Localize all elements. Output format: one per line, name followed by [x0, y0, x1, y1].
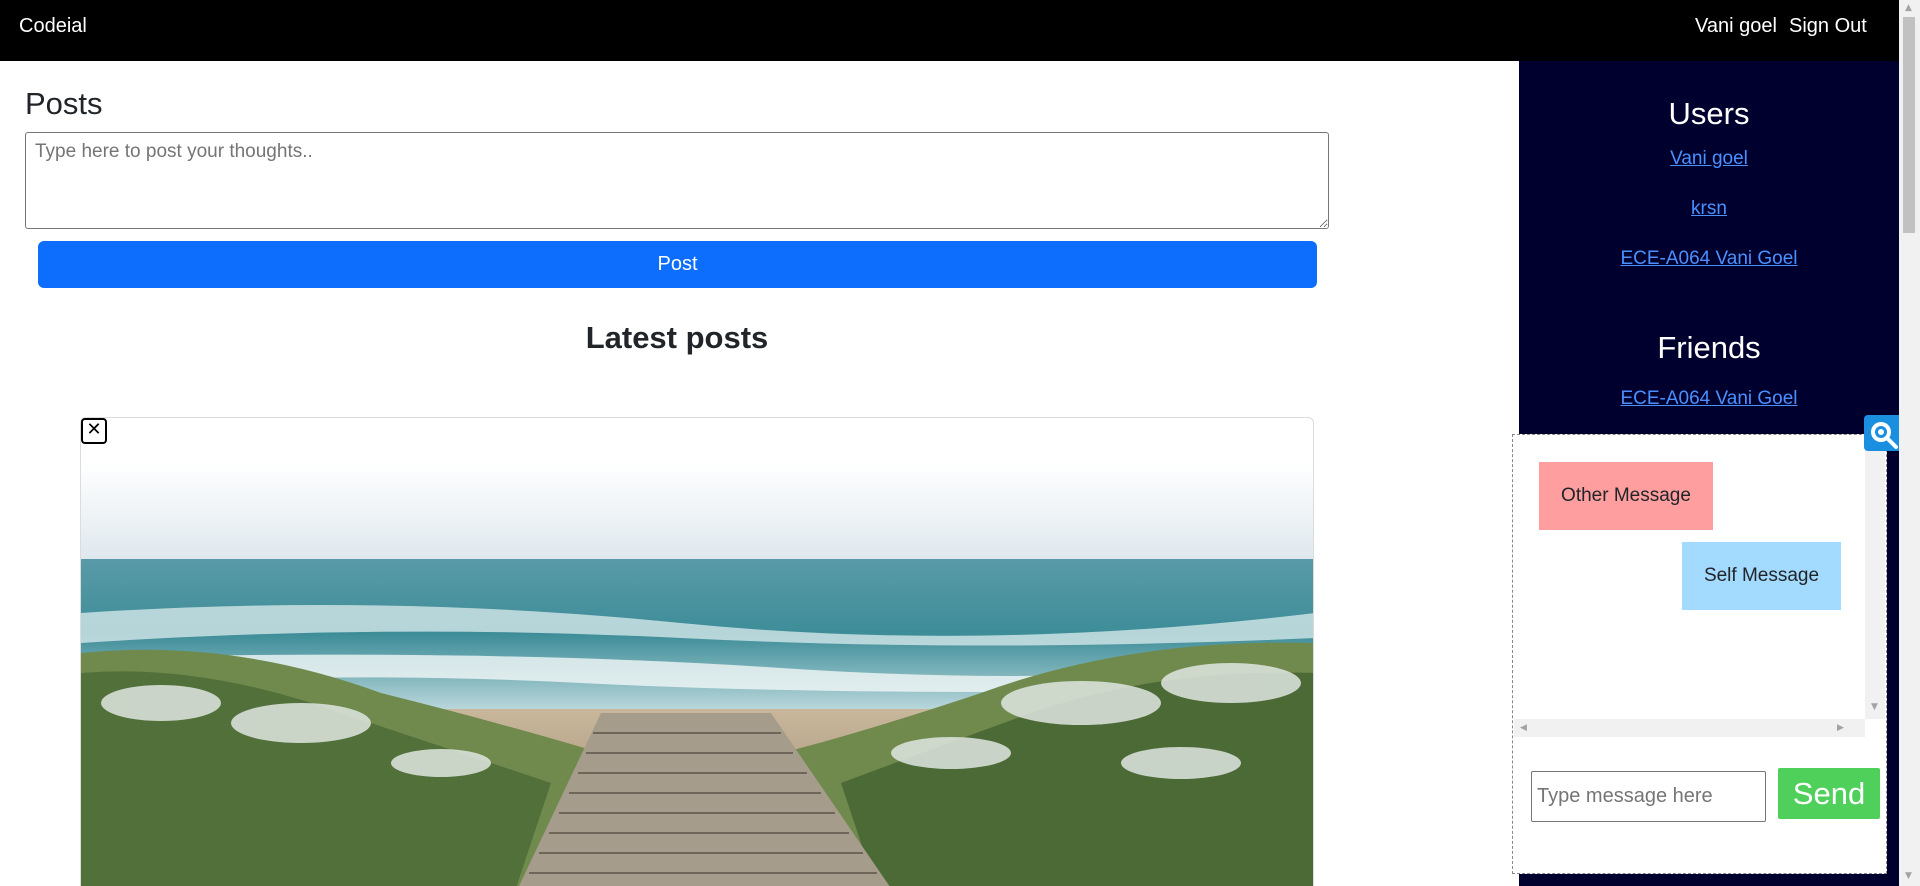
- brand-link[interactable]: Codeial: [19, 15, 87, 38]
- send-button[interactable]: Send: [1778, 768, 1880, 819]
- top-navbar: Codeial Vani goel Sign Out: [0, 0, 1899, 61]
- other-message: Other Message: [1539, 462, 1713, 530]
- sign-out-link[interactable]: Sign Out: [1789, 15, 1867, 38]
- chat-horizontal-scrollbar[interactable]: ◀ ▶: [1514, 719, 1865, 737]
- scroll-right-icon[interactable]: ▶: [1837, 723, 1844, 733]
- chat-message-input[interactable]: [1531, 771, 1766, 822]
- user-link[interactable]: krsn: [1519, 198, 1899, 220]
- post-image: [81, 463, 1313, 886]
- self-message: Self Message: [1682, 542, 1841, 610]
- post-card: [80, 417, 1314, 886]
- page-scrollbar-thumb[interactable]: [1903, 17, 1915, 233]
- user-profile-link[interactable]: Vani goel: [1695, 15, 1777, 38]
- delete-post-wrapper: ✕: [81, 418, 107, 444]
- post-button[interactable]: Post: [38, 241, 1317, 288]
- scroll-up-icon[interactable]: ▲: [1905, 3, 1912, 13]
- user-link[interactable]: ECE-A064 Vani Goel: [1519, 248, 1899, 270]
- scroll-left-icon[interactable]: ◀: [1520, 723, 1527, 733]
- user-link[interactable]: Vani goel: [1519, 148, 1899, 170]
- users-heading: Users: [1668, 96, 1750, 131]
- chat-vertical-scrollbar[interactable]: ▲ ▼: [1865, 436, 1885, 719]
- zoom-icon[interactable]: [1864, 415, 1899, 451]
- close-icon[interactable]: ✕: [81, 418, 107, 444]
- friends-heading: Friends: [1657, 330, 1761, 365]
- latest-posts-heading: Latest posts: [585, 320, 769, 355]
- scroll-down-icon[interactable]: ▼: [1871, 702, 1878, 712]
- post-content-textarea[interactable]: [25, 132, 1329, 229]
- chat-messages-list[interactable]: Other Message Self Message: [1514, 436, 1865, 719]
- friend-link[interactable]: ECE-A064 Vani Goel: [1519, 388, 1899, 410]
- posts-heading: Posts: [25, 86, 103, 121]
- scroll-down-icon[interactable]: ▼: [1905, 871, 1912, 881]
